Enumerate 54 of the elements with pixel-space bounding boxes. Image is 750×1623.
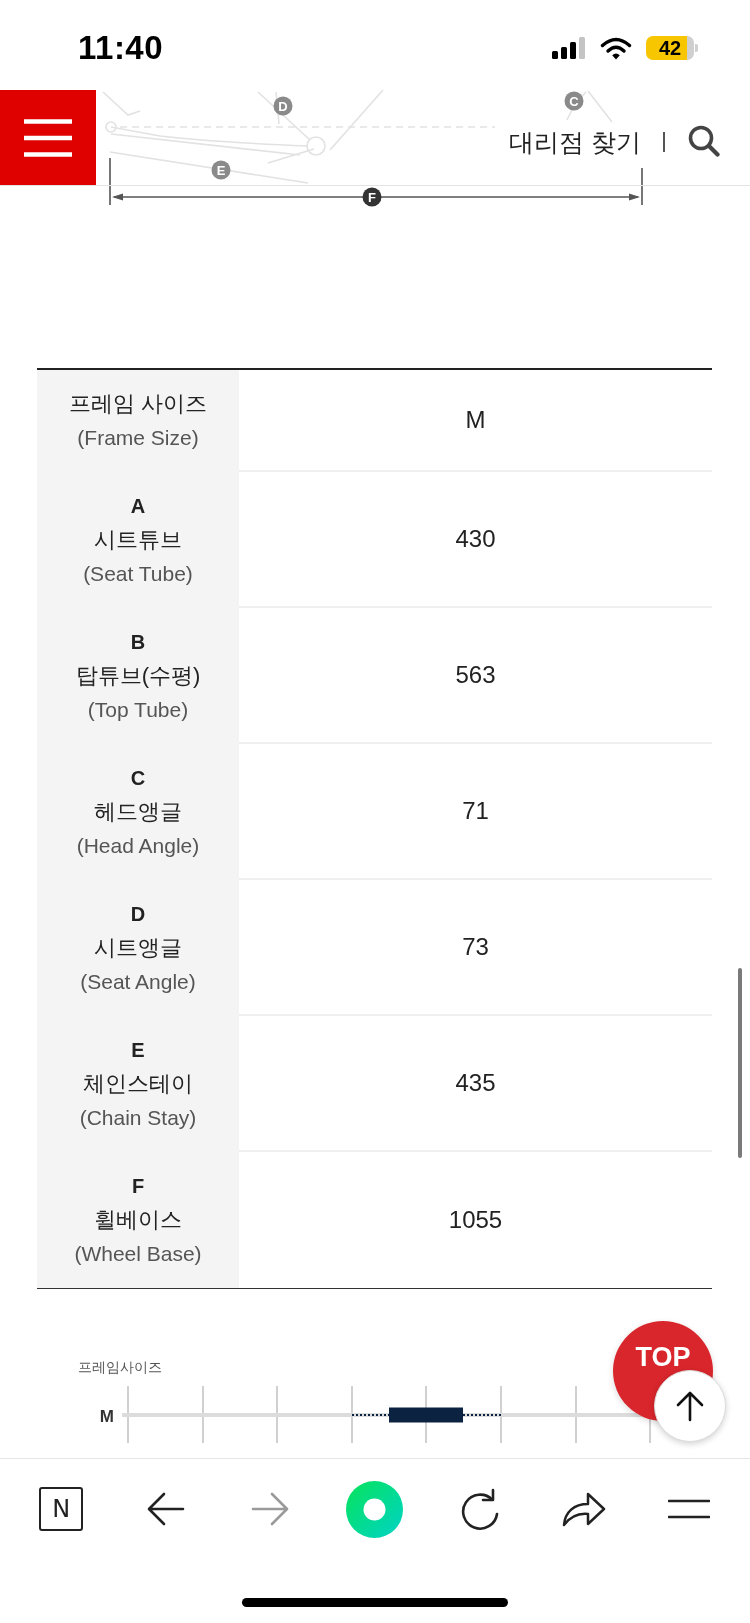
measurement-name-english: (Head Angle) xyxy=(76,833,200,859)
value-cell: 73 xyxy=(239,880,712,1016)
share-arrow-icon xyxy=(561,1490,608,1528)
value-cell-text: 1055 xyxy=(447,1205,504,1235)
search-icon[interactable] xyxy=(688,124,720,157)
menu-icon xyxy=(24,118,72,157)
measurement-name-english: (Frame Size) xyxy=(77,425,199,451)
value-cell: M xyxy=(239,370,712,472)
dimension-label: F xyxy=(362,187,382,207)
dimension-letter: E xyxy=(131,1038,145,1063)
measurement-name-english: (Seat Angle) xyxy=(80,969,196,995)
arrow-up-icon xyxy=(676,1390,704,1422)
chart-title: 프레임사이즈 xyxy=(78,1358,162,1376)
value-cell: 430 xyxy=(239,472,712,608)
ring-icon xyxy=(346,1480,404,1538)
share-button[interactable] xyxy=(561,1490,608,1528)
back-button[interactable] xyxy=(146,1492,185,1526)
signal-icon xyxy=(552,37,586,59)
battery-indicator: 42 xyxy=(646,36,700,60)
menu-icon xyxy=(667,1499,710,1519)
measurement-name: 탑튜브(수평) xyxy=(75,662,201,690)
measurement-name: 시트앵글 xyxy=(94,934,182,962)
measurement-name: 체인스테이 xyxy=(83,1070,193,1098)
measurement-name: 헤드앵글 xyxy=(94,798,182,826)
dimension-label: E xyxy=(211,160,231,180)
measurement-name: 프레임 사이즈 xyxy=(68,390,208,418)
measurement-name: 시트튜브 xyxy=(94,526,182,554)
measurement-name-english: (Seat Tube) xyxy=(83,561,193,587)
dimension-letter: D xyxy=(130,902,146,927)
dimension-letter: A xyxy=(130,494,146,519)
scroll-up-button[interactable] xyxy=(654,1370,726,1442)
dimension-label: C xyxy=(564,91,584,111)
value-cell: 71 xyxy=(239,744,712,880)
head-tube-drawing xyxy=(566,90,613,123)
value-cell: 563 xyxy=(239,608,712,744)
dimension-label: D xyxy=(273,96,293,116)
arrow-left-icon xyxy=(146,1492,185,1526)
measurement-name-english: (Chain Stay) xyxy=(79,1105,197,1131)
value-cell: 435 xyxy=(239,1016,712,1152)
n-logo-button[interactable]: N xyxy=(39,1487,84,1531)
measurement-name: 휠베이스 xyxy=(94,1206,182,1234)
size-label: M xyxy=(99,1407,114,1426)
whisker-line xyxy=(462,1414,502,1416)
arrow-right-icon xyxy=(251,1492,290,1526)
whisker-line xyxy=(351,1414,390,1416)
dimension-letter: C xyxy=(130,766,146,791)
measurement-name-english: (Wheel Base) xyxy=(74,1241,202,1267)
measurement-name-english: (Top Tube) xyxy=(87,697,189,723)
wifi-icon xyxy=(600,36,632,60)
dimension-letter: B xyxy=(130,630,146,655)
menu-button[interactable] xyxy=(667,1499,710,1519)
status-time: 11:40 xyxy=(78,29,164,67)
dimension-letter: F xyxy=(131,1174,145,1199)
dealer-search-link[interactable]: 대리점 찾기 xyxy=(509,126,641,157)
